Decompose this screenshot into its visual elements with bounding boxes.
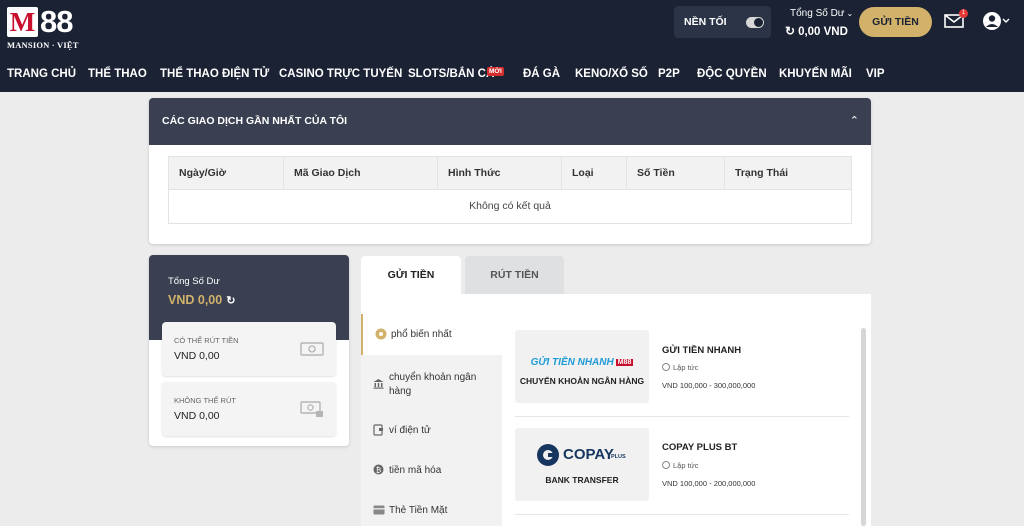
recent-transactions-panel: CÁC GIAO DỊCH GẦN NHẤT CỦA TÔI ⌃ Ngày/Gi… (149, 98, 871, 244)
column-header-type: Loại (562, 157, 627, 190)
total-balance-value: VND 0,00 ↻ (168, 293, 236, 307)
method-speed: Lập tức (662, 363, 698, 372)
copay-logo-icon (537, 444, 559, 466)
transactions-table: Ngày/Giờ Mã Giao Dịch Hình Thức Loại Số … (168, 156, 852, 224)
non-withdrawable-label: KHÔNG THỂ RÚT (174, 396, 236, 405)
column-header-status: Trạng Thái (735, 167, 789, 179)
non-withdrawable-value: VND 0,00 (174, 410, 220, 422)
nav-item-home[interactable]: TRANG CHỦ (7, 68, 76, 80)
top-bar: M 88 MANSION · VIỆT NỀN TỐI Tổng Số Dư ⌄ … (0, 0, 1024, 58)
category-label: tiền mã hóa (389, 465, 442, 476)
user-account-icon[interactable] (982, 11, 1010, 31)
category-label: Thẻ Tiền Mặt (389, 505, 448, 516)
dark-mode-label: NỀN TỐI (684, 16, 727, 28)
balance-panel: Tổng Số Dư VND 0,00 ↻ CÓ THỂ RÚT TIỀN VND… (149, 255, 349, 446)
category-crypto[interactable]: ₿ tiền mã hóa (361, 460, 502, 484)
clock-icon (662, 363, 670, 371)
fast-deposit-logo: GỬI TIỀN NHANH M88 (530, 357, 634, 368)
payment-methods-panel: phổ biến nhất chuyển khoản ngân hàng ví … (361, 294, 871, 526)
star-coin-icon (375, 328, 387, 343)
column-header-transaction-id: Mã Giao Dịch (284, 157, 438, 190)
bitcoin-icon: ₿ (373, 464, 384, 478)
total-balance-label: Tổng Số Dư (168, 276, 220, 287)
method-name[interactable]: COPAY PLUS BT (662, 442, 737, 453)
main-nav: TRANG CHỦ THỂ THAO THỂ THAO ĐIỆN TỬ CASI… (0, 58, 1024, 92)
mail-count-badge: 1 (959, 9, 968, 18)
column-header-method: Hình Thức (438, 157, 562, 190)
tab-withdraw[interactable]: RÚT TIỀN (465, 256, 564, 294)
column-header-datetime: Ngày/Giờ (169, 157, 284, 190)
header-balance[interactable]: Tổng Số Dư ⌄ ↻ 0,00 VND (782, 8, 854, 40)
withdrawable-card: CÓ THỂ RÚT TIỀN VND 0,00 (162, 322, 336, 376)
nav-item-slots[interactable]: SLOTS/BẮN CÁ (408, 68, 494, 80)
bank-icon (373, 378, 384, 392)
withdrawable-label: CÓ THỂ RÚT TIỀN (174, 336, 239, 345)
category-label: ví điện tử (389, 425, 431, 436)
nav-item-p2p[interactable]: P2P (658, 68, 680, 80)
nav-item-sports[interactable]: THỂ THAO (88, 68, 147, 80)
mail-icon[interactable]: 1 (944, 9, 968, 29)
nav-item-cockfight[interactable]: ĐÁ GÀ (523, 68, 560, 80)
non-withdrawable-card: KHÔNG THỂ RÚT VND 0,00 (162, 382, 336, 436)
payment-category-sidebar: phổ biến nhất chuyển khoản ngân hàng ví … (361, 314, 502, 526)
tab-deposit[interactable]: GỬI TIỀN (361, 256, 461, 294)
nav-item-exclusive[interactable]: ĐỘC QUYỀN (697, 68, 767, 80)
nav-item-promotions[interactable]: KHUYẾN MÃI (779, 68, 852, 80)
category-label: chuyển khoản ngân hàng (389, 372, 477, 397)
chevron-down-icon: ⌄ (846, 9, 854, 18)
logo-subtitle: MANSION · VIỆT (7, 40, 79, 50)
nav-item-casino[interactable]: CASINO TRỰC TUYẾN (279, 68, 402, 80)
category-bank-transfer[interactable]: chuyển khoản ngân hàng (361, 368, 502, 408)
toggle-switch[interactable] (746, 17, 764, 28)
method-name[interactable]: GỬI TIỀN NHANH (662, 345, 741, 356)
category-popular[interactable]: phổ biến nhất (361, 314, 502, 355)
header-balance-title: Tổng Số Dư ⌄ (790, 8, 854, 19)
transactions-title: CÁC GIAO DỊCH GẦN NHẤT CỦA TÔI (162, 115, 348, 127)
wallet-icon (373, 424, 384, 439)
category-e-wallet[interactable]: ví điện tử (361, 420, 502, 444)
method-range: VND 100,000 - 200,000,000 (662, 479, 756, 488)
method-range: VND 100,000 - 300,000,000 (662, 381, 756, 390)
nav-item-lottery[interactable]: KENO/XỔ SỐ (575, 68, 648, 80)
scrollbar[interactable] (861, 328, 866, 526)
logo-mark: M (7, 7, 38, 37)
method-card-fast-deposit[interactable]: GỬI TIỀN NHANH M88 CHUYỂN KHOẢN NGÂN HÀNG (515, 330, 649, 403)
refresh-icon[interactable]: ↻ (226, 295, 235, 307)
header-balance-value: ↻ 0,00 VND (785, 24, 848, 38)
category-cash-card[interactable]: Thẻ Tiền Mặt (361, 500, 502, 524)
logo-number: 88 (40, 4, 73, 39)
card-icon (373, 505, 385, 518)
refresh-icon[interactable]: ↻ (785, 24, 795, 38)
withdrawable-value: VND 0,00 (174, 350, 220, 362)
site-logo[interactable]: M 88 MANSION · VIỆT (7, 4, 83, 51)
chevron-up-icon[interactable]: ⌃ (850, 114, 859, 127)
method-card-caption: BANK TRANSFER (545, 475, 619, 485)
locked-cash-icon (300, 400, 324, 418)
method-card-copay[interactable]: COPAY PLUS BANK TRANSFER (515, 428, 649, 501)
clock-icon (662, 461, 670, 469)
category-label: phổ biến nhất (391, 329, 452, 340)
svg-text:₿: ₿ (376, 465, 382, 474)
dark-mode-toggle[interactable]: NỀN TỐI (674, 6, 771, 38)
cash-icon (300, 340, 324, 358)
empty-results-message: Không có kết quả (469, 200, 551, 212)
divider (515, 514, 849, 515)
nav-item-esports[interactable]: THỂ THAO ĐIỆN TỬ (160, 68, 269, 80)
nav-item-vip[interactable]: VIP (866, 68, 885, 80)
new-badge: MỚI (487, 67, 504, 76)
method-card-caption: CHUYỂN KHOẢN NGÂN HÀNG (519, 376, 645, 386)
column-header-amount: Số Tiền (627, 157, 725, 190)
transactions-header[interactable]: CÁC GIAO DỊCH GẦN NHẤT CỦA TÔI ⌃ (149, 98, 871, 145)
table-header-row: Ngày/Giờ Mã Giao Dịch Hình Thức Loại Số … (169, 157, 851, 190)
method-speed: Lập tức (662, 461, 698, 470)
deposit-button[interactable]: GỬI TIỀN (859, 7, 932, 37)
copay-logo: COPAY PLUS (535, 442, 635, 468)
divider (515, 416, 849, 417)
